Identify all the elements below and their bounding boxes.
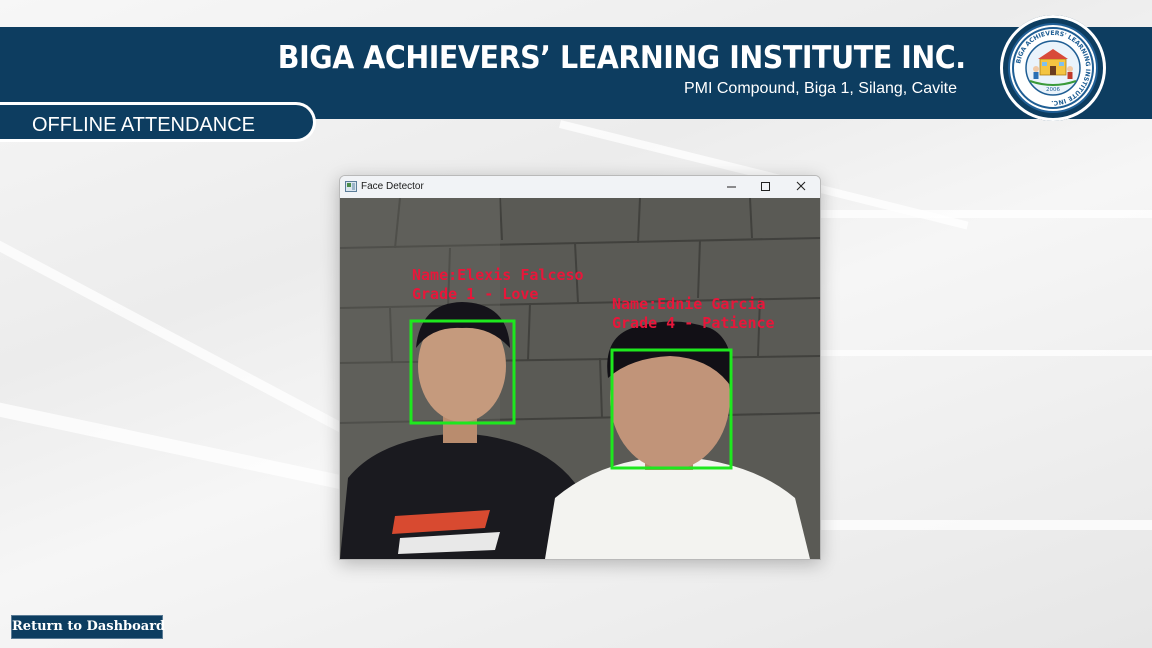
background-streak — [820, 350, 1152, 356]
return-to-dashboard-button[interactable]: Return to Dashboard — [11, 615, 165, 639]
section-tab: OFFLINE ATTENDANCE — [0, 102, 316, 142]
institution-address: PMI Compound, Biga 1, Silang, Cavite — [683, 80, 957, 97]
window-title: Face Detector — [361, 181, 424, 192]
close-button[interactable] — [784, 176, 818, 198]
background-streak — [820, 210, 1152, 218]
maximize-icon — [761, 182, 770, 191]
school-logo: BIGA ACHIEVERS' LEARNING INSTITUTE INC. … — [1000, 15, 1106, 121]
face-grade-label-1: Grade 1 - Love — [412, 285, 538, 303]
face-name-label-2: Name:Ednie Garcia — [612, 295, 766, 313]
minimize-button[interactable] — [715, 176, 749, 198]
app-icon — [345, 181, 357, 192]
minimize-icon — [727, 186, 736, 188]
face-grade-label-2: Grade 4 - Patience — [612, 314, 775, 332]
school-seal: BIGA ACHIEVERS' LEARNING INSTITUTE INC. … — [1008, 23, 1098, 113]
face-detector-window[interactable]: Face Detector Name:Elexis Falceso Grade … — [339, 175, 821, 560]
maximize-button[interactable] — [749, 176, 783, 198]
camera-feed: Name:Elexis Falceso Grade 1 - Love Name:… — [340, 198, 820, 559]
face-name-label-1: Name:Elexis Falceso — [412, 266, 584, 284]
section-title: OFFLINE ATTENDANCE — [32, 114, 255, 136]
window-titlebar[interactable]: Face Detector — [340, 176, 820, 198]
institution-name: BIGA ACHIEVERS’ LEARNING INSTITUTE INC. — [278, 40, 966, 76]
seal-emblem-icon: BIGA ACHIEVERS' LEARNING INSTITUTE INC. … — [1012, 27, 1094, 109]
background-streak — [820, 520, 1152, 530]
logo-year: 2006 — [1046, 87, 1060, 93]
close-icon — [796, 181, 806, 191]
